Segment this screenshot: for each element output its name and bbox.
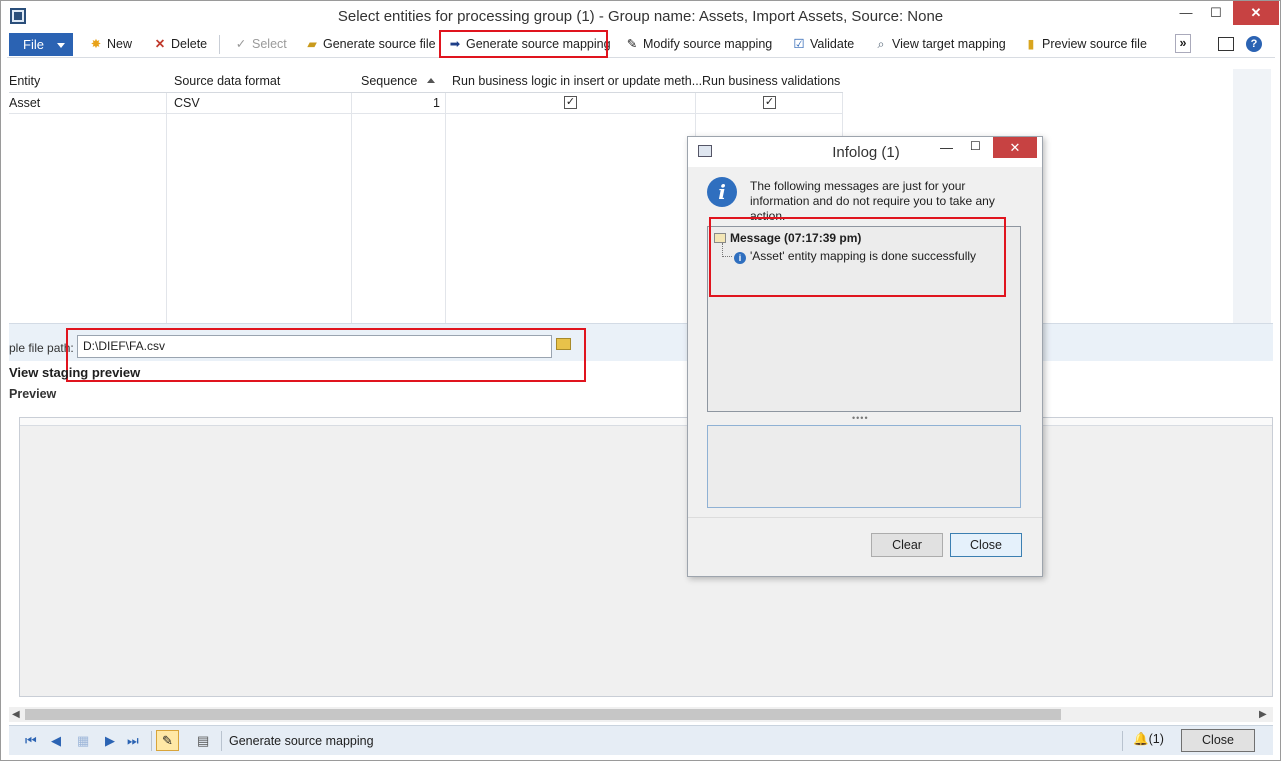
scroll-right-icon[interactable]: ▶ [1259,707,1267,722]
list-icon[interactable]: ▦ [77,733,89,748]
select-button[interactable]: ✓ Select [233,34,287,55]
cell-sequence[interactable]: 1 [433,96,440,110]
bell-icon: 🔔 [1133,732,1149,746]
modify-source-mapping-label: Modify source mapping [643,37,773,51]
view-target-mapping-button[interactable]: ⌕ View target mapping [873,34,1006,55]
panel-icon[interactable] [1218,37,1234,51]
column-header-run-business-validations[interactable]: Run business validations [702,74,840,88]
scrollbar-thumb[interactable] [25,709,1061,720]
horizontal-scrollbar[interactable]: ◀ ▶ [9,707,1273,722]
help-icon[interactable]: ? [1246,36,1262,52]
generate-file-icon: ▰ [307,37,317,51]
new-button[interactable]: ✸ New [88,34,132,55]
infolog-title: Infolog (1) [832,144,900,161]
new-label: New [107,37,133,51]
select-label: Select [252,37,287,51]
infolog-title-bar: Infolog (1) — ☐ ✕ [688,137,1042,167]
row-divider [9,113,843,114]
action-toolbar: File ✸ New ✕ Delete ✓ Select ▰ Generate sour… [7,31,1275,58]
preview-source-file-button[interactable]: ▮ Preview source file [1023,34,1147,55]
preview-label: Preview [9,387,57,401]
select-icon: ✓ [235,37,247,51]
info-icon: i [707,177,737,207]
notifications-count: (1) [1148,732,1164,746]
new-icon: ✸ [90,37,102,51]
checkbox-icon: ☑ [793,37,805,51]
view-target-mapping-label: View target mapping [892,37,1006,51]
validate-label: Validate [810,37,855,51]
infolog-dialog: Infolog (1) — ☐ ✕ i The following messag… [687,136,1043,577]
generate-source-file-label: Generate source file [323,37,436,51]
column-header-run-business-logic[interactable]: Run business logic in insert or update m… [452,74,702,88]
close-window-button[interactable]: ✕ [1233,1,1279,25]
dialog-divider [688,517,1042,518]
maximize-button[interactable]: ☐ [1201,1,1231,25]
checkbox-run-business-logic[interactable]: ✓ [564,96,577,109]
status-divider [221,731,222,751]
pencil-icon: ✎ [626,37,638,51]
preview-grid [19,417,1273,697]
staging-preview-title: View staging preview [9,365,141,380]
preview-grid-header [20,418,1272,426]
column-header-entity[interactable]: Entity [9,74,40,88]
highlight-box-message [709,217,1006,297]
validate-button[interactable]: ☑ Validate [791,34,854,55]
infolog-maximize-button[interactable]: ☐ [970,139,981,153]
highlight-box-toolbar [439,30,608,58]
window-title: Select entities for processing group (1)… [337,8,944,25]
pencil-icon: ✎ [162,733,173,748]
file-menu-label: File [23,37,44,52]
toolbar-overflow-button[interactable]: » [1175,34,1191,53]
checkbox-run-business-validations[interactable]: ✓ [763,96,776,109]
highlight-box-path [66,328,586,382]
cylinder-icon: ▮ [1027,37,1035,51]
edit-mode-button[interactable]: ✎ [156,730,179,751]
minimize-button[interactable]: — [1171,1,1201,25]
close-button[interactable]: Close [1181,729,1255,752]
sort-ascending-icon [427,78,435,83]
main-window: Select entities for processing group (1)… [0,0,1281,761]
message-detail-pane[interactable] [707,425,1021,508]
status-bar: ⏮ ◀ ▦ ▶ ⏭ ✎ ▤ Generate source mapping 🔔(… [9,725,1273,755]
preview-source-file-label: Preview source file [1042,37,1147,51]
status-divider [151,731,152,751]
attachment-icon[interactable]: ▤ [197,733,209,748]
cell-entity[interactable]: Asset [9,96,40,110]
infolog-close-x-button[interactable]: ✕ [993,137,1037,158]
delete-button[interactable]: ✕ Delete [152,34,207,55]
source-path-label: ple file path: [9,341,74,355]
clear-button[interactable]: Clear [871,533,943,557]
generate-source-file-button[interactable]: ▰ Generate source file [304,34,436,55]
infolog-minimize-button[interactable]: — [940,140,953,155]
infolog-close-button[interactable]: Close [950,533,1022,557]
toolbar-divider [219,35,220,54]
modify-source-mapping-button[interactable]: ✎ Modify source mapping [624,34,772,55]
title-bar: Select entities for processing group (1)… [1,1,1280,31]
column-header-source-format[interactable]: Source data format [174,74,280,88]
first-record-icon[interactable]: ⏮ [25,733,37,748]
entities-grid: Entity Source data format Sequence Run b… [9,69,1233,323]
previous-record-icon[interactable]: ◀ [51,733,61,748]
file-menu-button[interactable]: File [9,33,73,56]
scroll-left-icon[interactable]: ◀ [12,707,20,722]
delete-icon: ✕ [154,37,166,51]
grid-column [352,69,446,323]
column-header-sequence[interactable]: Sequence [361,74,417,88]
cell-source-format[interactable]: CSV [174,96,200,110]
view-mapping-icon: ⌕ [877,37,885,51]
status-text: Generate source mapping [229,734,374,748]
chevron-down-icon [57,43,65,48]
next-record-icon[interactable]: ▶ [105,733,115,748]
status-divider [1122,731,1123,751]
splitter-handle[interactable]: •••• [852,413,869,423]
notifications-button[interactable]: 🔔(1) [1133,732,1164,747]
delete-label: Delete [171,37,208,51]
grid-side-panel [1233,69,1271,323]
last-record-icon[interactable]: ⏭ [127,733,139,748]
